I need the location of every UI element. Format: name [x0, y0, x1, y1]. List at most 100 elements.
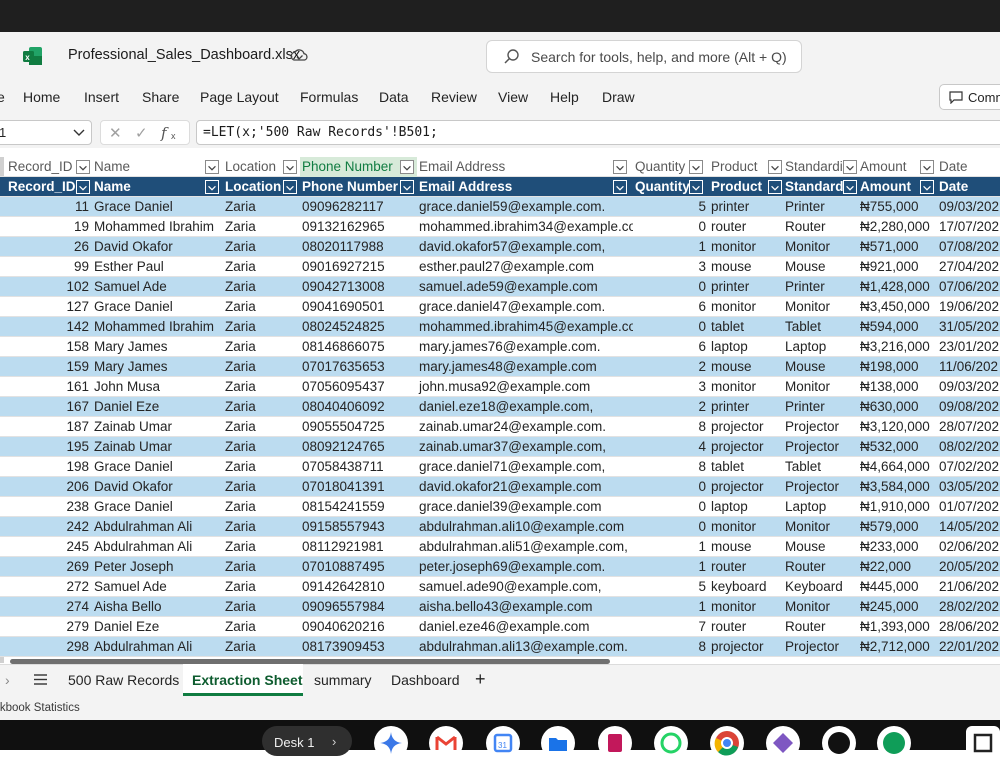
cell-name[interactable]: Samuel Ade	[92, 577, 223, 597]
cell-phone-number[interactable]: 08146866075	[300, 337, 417, 357]
cell-quantity[interactable]: 6	[633, 337, 709, 357]
filter-dropdown-icon[interactable]	[843, 160, 857, 174]
cell-quantity[interactable]: 3	[633, 377, 709, 397]
filter-dropdown-icon[interactable]	[843, 180, 857, 194]
cell-date[interactable]: 19/06/202	[937, 297, 1000, 317]
cell-product[interactable]: keyboard	[709, 577, 783, 597]
header-record-id[interactable]: Record_ID	[6, 177, 76, 197]
cell-product[interactable]: laptop	[709, 497, 783, 517]
header-name[interactable]: Name	[92, 157, 205, 177]
cell-product[interactable]: router	[709, 617, 783, 637]
cell-date[interactable]: 01/07/202	[937, 497, 1000, 517]
cell-quantity[interactable]: 4	[633, 437, 709, 457]
filter-active-icon[interactable]	[283, 160, 297, 174]
cell-date[interactable]: 22/01/202	[937, 637, 1000, 657]
cell-name[interactable]: David Okafor	[92, 237, 223, 257]
table-row[interactable]: 269 Peter Joseph Zaria 07010887495 peter.jos…	[0, 557, 1000, 577]
cell-location[interactable]: Zaria	[223, 337, 300, 357]
workbook-filename[interactable]: Professional_Sales_Dashboard.xlsx	[68, 47, 300, 63]
cell-standardized-product[interactable]: Laptop	[783, 337, 858, 357]
cell-date[interactable]: 11/06/202	[937, 357, 1000, 377]
cell-email-address[interactable]: mary.james48@example.com	[417, 357, 633, 377]
cell-amount[interactable]: ₦3,120,000	[858, 417, 937, 437]
cell-phone-number[interactable]: 09041690501	[300, 297, 417, 317]
cell-name[interactable]: John Musa	[92, 377, 223, 397]
cell-location[interactable]: Zaria	[223, 317, 300, 337]
cell-email-address[interactable]: grace.daniel47@example.com.	[417, 297, 633, 317]
menu-review[interactable]: Review	[431, 89, 477, 105]
cell-email-address[interactable]: mohammed.ibrahim34@example.co	[417, 217, 633, 237]
cell-record-id[interactable]: 158	[6, 337, 92, 357]
filter-dropdown-icon[interactable]	[76, 180, 90, 194]
cell-email-address[interactable]: mary.james76@example.com.	[417, 337, 633, 357]
table-row[interactable]: 159 Mary James Zaria 07017635653 mary.james4…	[0, 357, 1000, 377]
table-row[interactable]: 142 Mohammed Ibrahim Zaria 08024524825 moham…	[0, 317, 1000, 337]
cell-location[interactable]: Zaria	[223, 597, 300, 617]
cell-product[interactable]: tablet	[709, 317, 783, 337]
cancel-icon[interactable]: ✕	[109, 124, 122, 142]
cell-amount[interactable]: ₦22,000	[858, 557, 937, 577]
cell-location[interactable]: Zaria	[223, 557, 300, 577]
cell-location[interactable]: Zaria	[223, 297, 300, 317]
cell-location[interactable]: Zaria	[223, 437, 300, 457]
cell-standardized-product[interactable]: Monitor	[783, 377, 858, 397]
cell-product[interactable]: printer	[709, 277, 783, 297]
table-row[interactable]: 279 Daniel Eze Zaria 09040620216 daniel.eze4…	[0, 617, 1000, 637]
cell-amount[interactable]: ₦3,584,000	[858, 477, 937, 497]
header-product[interactable]: Product	[709, 177, 768, 197]
search-box[interactable]: Search for tools, help, and more (Alt + …	[486, 40, 802, 73]
cell-date[interactable]: 20/05/202	[937, 557, 1000, 577]
cell-amount[interactable]: ₦594,000	[858, 317, 937, 337]
filter-dropdown-icon[interactable]	[768, 160, 782, 174]
cell-name[interactable]: Abdulrahman Ali	[92, 537, 223, 557]
cloud-saved-icon[interactable]	[290, 48, 308, 64]
cell-date[interactable]: 09/03/202	[937, 377, 1000, 397]
chevron-down-icon[interactable]	[73, 128, 85, 138]
cell-quantity[interactable]: 7	[633, 617, 709, 637]
cell-standardized-product[interactable]: Projector	[783, 417, 858, 437]
filter-dropdown-icon[interactable]	[613, 180, 627, 194]
cell-name[interactable]: Grace Daniel	[92, 197, 223, 217]
cell-record-id[interactable]: 238	[6, 497, 92, 517]
cell-date[interactable]: 28/06/202	[937, 617, 1000, 637]
name-box[interactable]: 1	[0, 120, 92, 145]
cell-quantity[interactable]: 0	[633, 277, 709, 297]
cell-quantity[interactable]: 1	[633, 557, 709, 577]
table-row[interactable]: 206 David Okafor Zaria 07018041391 david.oka…	[0, 477, 1000, 497]
cell-record-id[interactable]: 26	[6, 237, 92, 257]
cell-phone-number[interactable]: 09096557984	[300, 597, 417, 617]
cell-record-id[interactable]: 245	[6, 537, 92, 557]
cell-location[interactable]: Zaria	[223, 237, 300, 257]
cell-email-address[interactable]: zainab.umar37@example.com,	[417, 437, 633, 457]
menu-help[interactable]: Help	[550, 89, 579, 105]
cell-name[interactable]: Zainab Umar	[92, 417, 223, 437]
cell-amount[interactable]: ₦2,280,000	[858, 217, 937, 237]
filter-dropdown-icon[interactable]	[613, 160, 627, 174]
photos-app-icon[interactable]	[766, 726, 800, 760]
cell-phone-number[interactable]: 09055504725	[300, 417, 417, 437]
filter-dropdown-icon[interactable]	[76, 160, 90, 174]
cell-name[interactable]: David Okafor	[92, 477, 223, 497]
cell-date[interactable]: 07/02/202	[937, 457, 1000, 477]
cell-standardized-product[interactable]: Monitor	[783, 297, 858, 317]
cell-name[interactable]: Daniel Eze	[92, 617, 223, 637]
menu-insert[interactable]: Insert	[84, 89, 119, 105]
cell-email-address[interactable]: zainab.umar24@example.com.	[417, 417, 633, 437]
cell-email-address[interactable]: grace.daniel71@example.com,	[417, 457, 633, 477]
cell-record-id[interactable]: 198	[6, 457, 92, 477]
cell-name[interactable]: Mohammed Ibrahim	[92, 217, 223, 237]
cell-location[interactable]: Zaria	[223, 537, 300, 557]
cell-record-id[interactable]: 102	[6, 277, 92, 297]
cell-location[interactable]: Zaria	[223, 417, 300, 437]
cell-standardized-product[interactable]: Tablet	[783, 457, 858, 477]
cell-product[interactable]: monitor	[709, 517, 783, 537]
screen-capture-app-icon[interactable]	[966, 726, 1000, 760]
cell-location[interactable]: Zaria	[223, 577, 300, 597]
cell-phone-number[interactable]: 07010887495	[300, 557, 417, 577]
menu-file-partial[interactable]: e	[0, 89, 5, 105]
gmail-app-icon[interactable]	[429, 726, 463, 760]
spreadsheet-grid[interactable]: Record_ID Name Location Phone Number Email A…	[0, 157, 1000, 663]
cell-standardized-product[interactable]: Laptop	[783, 497, 858, 517]
cell-email-address[interactable]: daniel.eze18@example.com,	[417, 397, 633, 417]
header-date[interactable]: Date	[937, 177, 1000, 197]
